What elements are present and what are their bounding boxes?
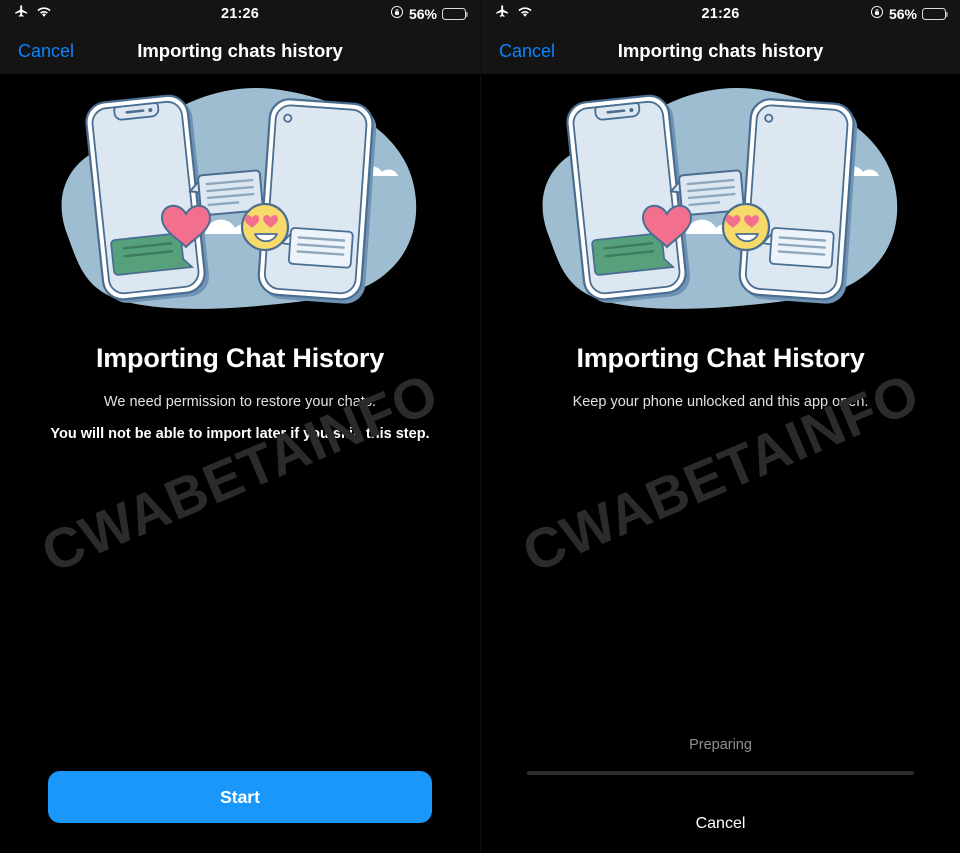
dual-screenshot-container: 21:26 56% Cancel Importing chats history [0,0,960,853]
status-bar-right: 21:26 56% [481,0,960,28]
battery-icon [922,8,949,20]
watermark-right: CWABETAINFO [481,374,960,614]
screen-content-right: Importing Chat History Keep your phone u… [481,74,960,853]
nav-bar-right: Cancel Importing chats history [481,28,960,74]
battery-icon [442,8,469,20]
two-phones-chat-transfer-illustration [61,87,417,309]
progress-bar [527,771,914,775]
footer-left: Start [0,771,480,853]
import-progress-section: Preparing Cancel [481,737,960,853]
page-warning-text: You will not be able to import later if … [50,426,430,442]
page-title: Importing Chat History [95,343,385,373]
status-bar-left: 21:26 56% [0,0,480,28]
screen-content-left: Importing Chat History We need permissio… [0,74,480,853]
page-subtitle: Keep your phone unlocked and this app op… [572,394,869,410]
heart-eyes-emoji-icon [240,202,290,252]
page-title: Importing Chat History [576,343,865,373]
page-subtitle: We need permission to restore your chats… [103,394,377,410]
screen-importing: 21:26 56% Cancel Importing chats history [480,0,960,853]
status-bar-clock: 21:26 [701,6,740,22]
nav-bar-left: Cancel Importing chats history [0,28,480,74]
status-bar-clock: 21:26 [220,6,260,22]
start-button[interactable]: Start [48,771,432,823]
two-phones-chat-transfer-illustration [542,87,897,309]
heart-eyes-emoji-icon [721,202,770,252]
screen-permission: 21:26 56% Cancel Importing chats history [0,0,480,853]
nav-cancel-button[interactable]: Cancel [481,41,555,62]
progress-status-label: Preparing [689,737,752,753]
nav-cancel-button[interactable]: Cancel [0,41,74,62]
watermark-left: CWABETAINFO [0,374,480,614]
cancel-import-button[interactable]: Cancel [696,815,746,833]
